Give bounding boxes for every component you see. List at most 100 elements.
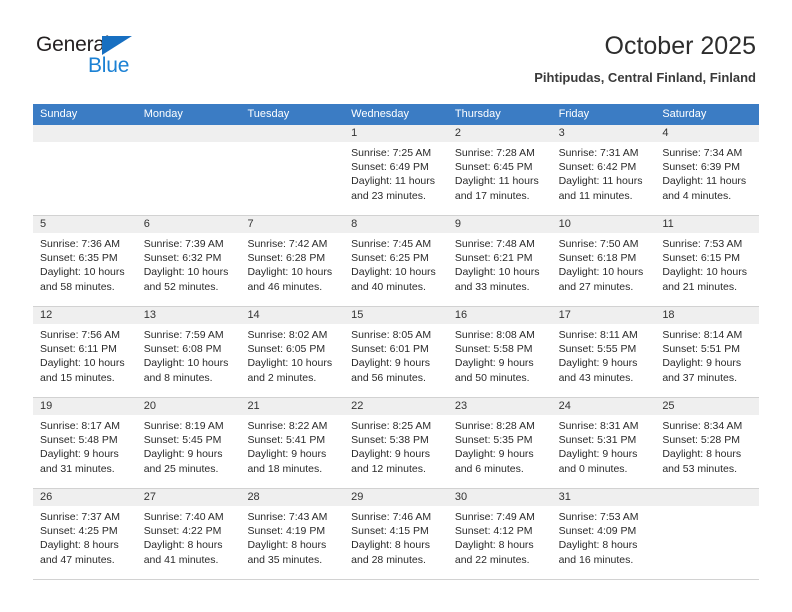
daylight-text-line2: and 31 minutes. [40,462,115,475]
daylight-text-line2: and 17 minutes. [454,189,530,202]
daylight-text-line2: and 56 minutes. [351,371,426,384]
day-number: 19 [33,398,137,415]
day-cell[interactable]: 9 Sunrise: 7:48 AM Sunset: 6:21 PM Dayli… [447,216,552,306]
daylight-text-line2: and 15 minutes. [40,371,115,384]
sunset-text: Sunset: 6:21 PM [454,252,533,265]
sunset-text: Sunset: 6:01 PM [351,343,429,356]
sunset-text: Sunset: 6:25 PM [351,252,429,265]
daylight-text-line2: and 27 minutes. [558,280,634,293]
day-cell[interactable]: 30 Sunrise: 7:49 AM Sunset: 4:12 PM Dayl… [447,489,552,579]
day-cell[interactable]: 28 Sunrise: 7:43 AM Sunset: 4:19 PM Dayl… [240,489,345,579]
day-cell[interactable] [33,125,137,215]
daylight-text-line1: Daylight: 11 hours [454,175,539,188]
sunset-text: Sunset: 4:22 PM [143,525,222,538]
daylight-text-line1: Daylight: 10 hours [143,357,229,370]
day-number: 18 [655,307,760,324]
day-number [240,125,345,142]
day-cell[interactable]: 23 Sunrise: 8:28 AM Sunset: 5:35 PM Dayl… [447,398,552,488]
daylight-text-line2: and 8 minutes. [143,371,213,384]
day-cell[interactable] [136,125,241,215]
day-details: Sunrise: 7:25 AM Sunset: 6:49 PM Dayligh… [344,142,448,203]
day-cell[interactable]: 5 Sunrise: 7:36 AM Sunset: 6:35 PM Dayli… [33,216,137,306]
page-title: October 2025 [604,32,757,60]
day-cell[interactable]: 14 Sunrise: 8:02 AM Sunset: 6:05 PM Dayl… [240,307,345,397]
daylight-text-line2: and 53 minutes. [662,462,738,475]
day-number: 1 [344,125,448,142]
day-cell[interactable]: 3 Sunrise: 7:31 AM Sunset: 6:42 PM Dayli… [551,125,656,215]
day-cell[interactable]: 19 Sunrise: 8:17 AM Sunset: 5:48 PM Dayl… [33,398,137,488]
day-cell[interactable]: 4 Sunrise: 7:34 AM Sunset: 6:39 PM Dayli… [655,125,760,215]
day-number: 3 [551,125,656,142]
day-cell[interactable]: 17 Sunrise: 8:11 AM Sunset: 5:55 PM Dayl… [551,307,656,397]
day-cell[interactable] [240,125,345,215]
day-details: Sunrise: 8:05 AM Sunset: 6:01 PM Dayligh… [344,324,448,385]
day-cell[interactable]: 20 Sunrise: 8:19 AM Sunset: 5:45 PM Dayl… [136,398,241,488]
day-cell[interactable]: 26 Sunrise: 7:37 AM Sunset: 4:25 PM Dayl… [33,489,137,579]
day-details: Sunrise: 7:31 AM Sunset: 6:42 PM Dayligh… [552,142,656,203]
day-details: Sunrise: 8:25 AM Sunset: 5:38 PM Dayligh… [344,415,448,476]
day-cell[interactable]: 18 Sunrise: 8:14 AM Sunset: 5:51 PM Dayl… [655,307,760,397]
day-cell[interactable]: 27 Sunrise: 7:40 AM Sunset: 4:22 PM Dayl… [136,489,241,579]
day-cell[interactable]: 21 Sunrise: 8:22 AM Sunset: 5:41 PM Dayl… [240,398,345,488]
daylight-text-line2: and 6 minutes. [454,462,524,475]
day-number: 28 [240,489,345,506]
daylight-text-line1: Daylight: 8 hours [351,539,430,552]
calendar-grid: Sunday Monday Tuesday Wednesday Thursday… [33,104,760,580]
sunset-text: Sunset: 6:45 PM [454,161,533,174]
sunrise-text: Sunrise: 7:49 AM [454,511,535,523]
sunrise-text: Sunrise: 8:28 AM [454,420,535,432]
sunrise-text: Sunrise: 7:59 AM [143,329,224,341]
day-details: Sunrise: 8:28 AM Sunset: 5:35 PM Dayligh… [448,415,552,476]
day-cell[interactable]: 7 Sunrise: 7:42 AM Sunset: 6:28 PM Dayli… [240,216,345,306]
sunrise-text: Sunrise: 8:25 AM [351,420,432,432]
day-number: 25 [655,398,760,415]
sunrise-text: Sunrise: 8:14 AM [662,329,743,341]
day-details: Sunrise: 7:39 AM Sunset: 6:32 PM Dayligh… [137,233,241,294]
daylight-text-line1: Daylight: 9 hours [454,357,534,370]
week-row: 5 Sunrise: 7:36 AM Sunset: 6:35 PM Dayli… [33,216,760,307]
day-cell[interactable]: 11 Sunrise: 7:53 AM Sunset: 6:15 PM Dayl… [655,216,760,306]
daylight-text-line1: Daylight: 10 hours [558,266,644,279]
day-number: 9 [447,216,552,233]
day-number: 17 [551,307,656,324]
sunset-text: Sunset: 4:19 PM [247,525,326,538]
day-cell[interactable]: 31 Sunrise: 7:53 AM Sunset: 4:09 PM Dayl… [551,489,656,579]
day-cell[interactable]: 1 Sunrise: 7:25 AM Sunset: 6:49 PM Dayli… [344,125,448,215]
sunrise-text: Sunrise: 7:50 AM [558,238,639,250]
daylight-text-line1: Daylight: 8 hours [558,539,638,552]
day-cell[interactable]: 8 Sunrise: 7:45 AM Sunset: 6:25 PM Dayli… [344,216,448,306]
day-cell[interactable]: 16 Sunrise: 8:08 AM Sunset: 5:58 PM Dayl… [447,307,552,397]
day-cell[interactable]: 13 Sunrise: 7:59 AM Sunset: 6:08 PM Dayl… [136,307,241,397]
daylight-text-line2: and 41 minutes. [143,553,219,566]
day-cell[interactable]: 2 Sunrise: 7:28 AM Sunset: 6:45 PM Dayli… [447,125,552,215]
daylight-text-line1: Daylight: 10 hours [662,266,747,279]
day-details: Sunrise: 8:08 AM Sunset: 5:58 PM Dayligh… [448,324,552,385]
day-cell[interactable]: 24 Sunrise: 8:31 AM Sunset: 5:31 PM Dayl… [551,398,656,488]
daylight-text-line2: and 47 minutes. [40,553,115,566]
day-cell[interactable]: 6 Sunrise: 7:39 AM Sunset: 6:32 PM Dayli… [136,216,241,306]
sunset-text: Sunset: 5:35 PM [454,434,533,447]
day-number: 4 [655,125,760,142]
sunset-text: Sunset: 5:41 PM [247,434,326,447]
daylight-text-line2: and 21 minutes. [662,280,738,293]
day-cell[interactable]: 29 Sunrise: 7:46 AM Sunset: 4:15 PM Dayl… [344,489,448,579]
sunrise-text: Sunrise: 8:22 AM [247,420,328,432]
daylight-text-line1: Daylight: 8 hours [662,448,742,461]
day-cell[interactable]: 25 Sunrise: 8:34 AM Sunset: 5:28 PM Dayl… [655,398,760,488]
sunrise-text: Sunrise: 7:34 AM [662,147,743,159]
day-cell[interactable]: 15 Sunrise: 8:05 AM Sunset: 6:01 PM Dayl… [344,307,448,397]
general-blue-logo[interactable]: General Blue [36,33,216,81]
day-details: Sunrise: 8:02 AM Sunset: 6:05 PM Dayligh… [240,324,344,385]
day-details: Sunrise: 7:48 AM Sunset: 6:21 PM Dayligh… [448,233,552,294]
page-subtitle: Pihtipudas, Central Finland, Finland [534,70,756,85]
daylight-text-line2: and 2 minutes. [247,371,317,384]
daylight-text-line1: Daylight: 9 hours [351,448,430,461]
day-cell[interactable]: 12 Sunrise: 7:56 AM Sunset: 6:11 PM Dayl… [33,307,137,397]
sunset-text: Sunset: 5:58 PM [454,343,533,356]
day-cell[interactable] [655,489,760,579]
day-details: Sunrise: 8:11 AM Sunset: 5:55 PM Dayligh… [552,324,656,385]
day-cell[interactable]: 10 Sunrise: 7:50 AM Sunset: 6:18 PM Dayl… [551,216,656,306]
day-cell[interactable]: 22 Sunrise: 8:25 AM Sunset: 5:38 PM Dayl… [344,398,448,488]
day-number: 22 [344,398,448,415]
day-details: Sunrise: 7:46 AM Sunset: 4:15 PM Dayligh… [344,506,448,567]
